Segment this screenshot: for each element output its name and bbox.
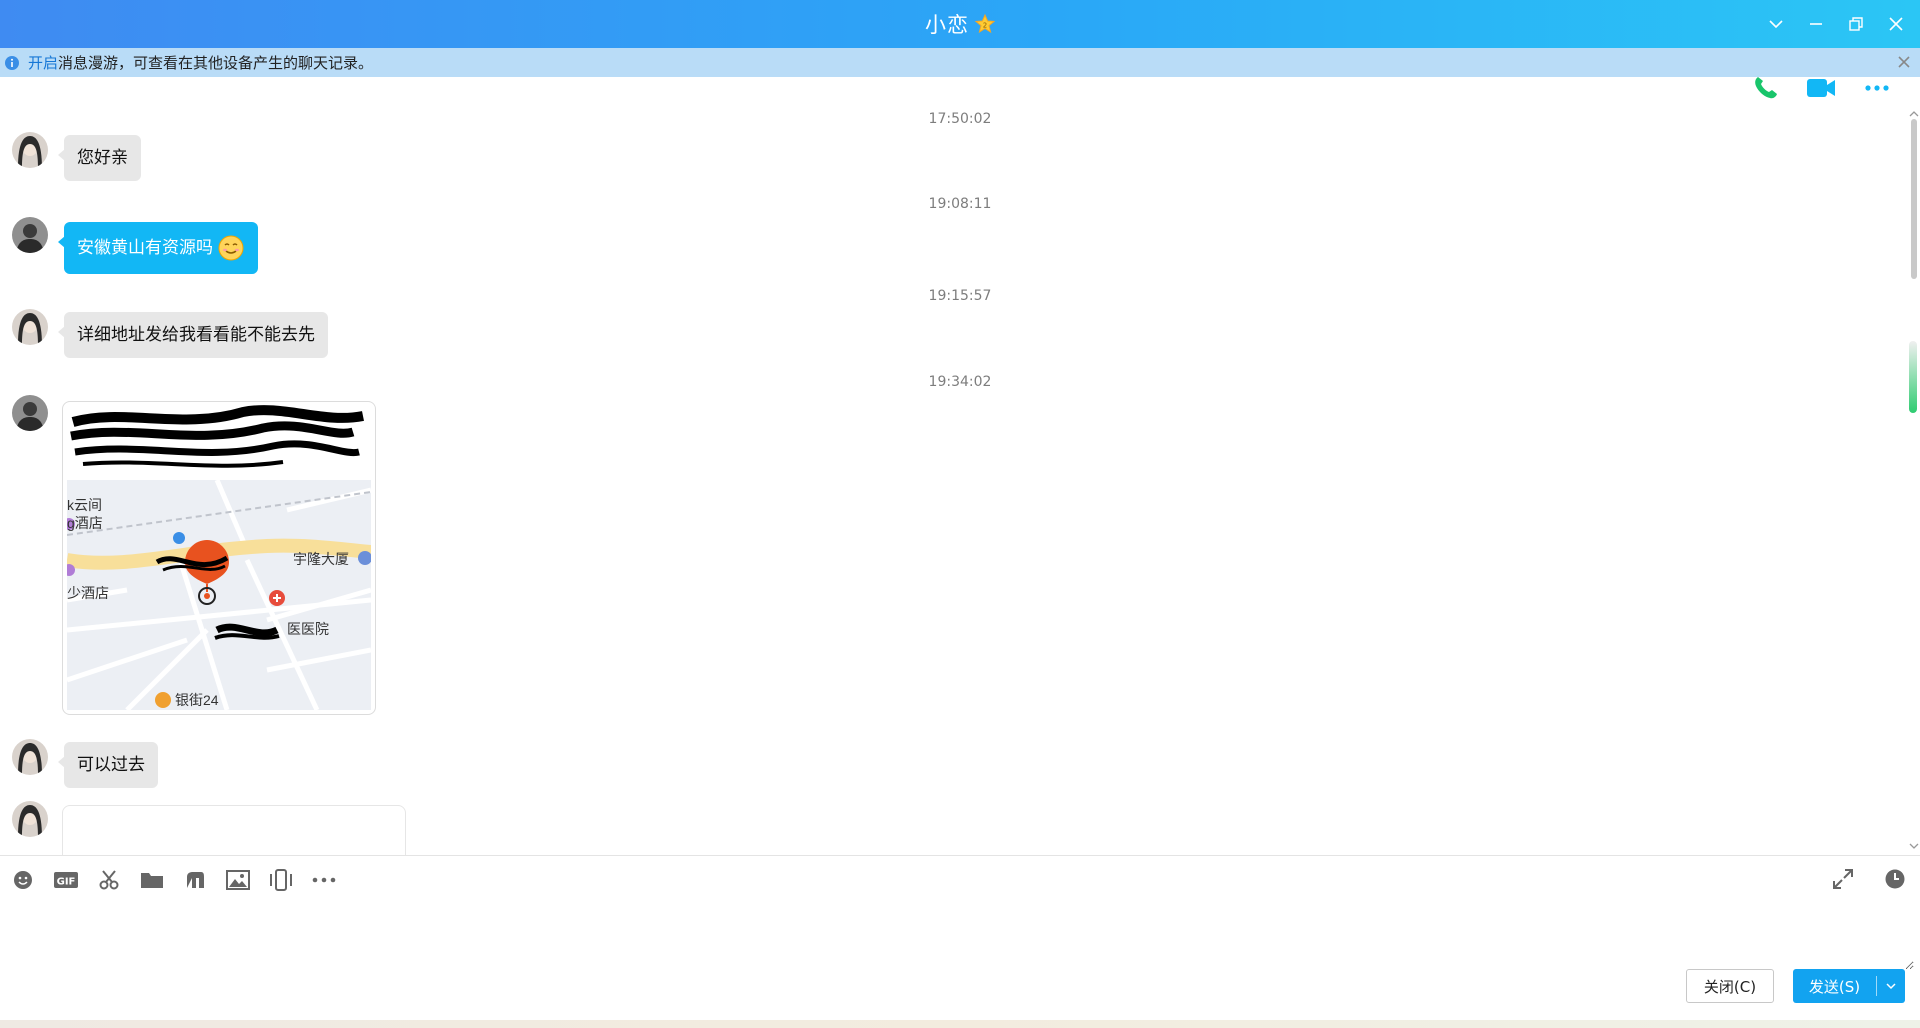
scroll-up-icon[interactable] (1908, 105, 1920, 117)
map-label: k云间 (67, 497, 102, 513)
message-card-partial[interactable] (62, 805, 406, 855)
message-bubble[interactable]: 可以过去 (58, 742, 158, 788)
phone-shake-icon[interactable] (268, 867, 294, 893)
enable-roaming-link[interactable]: 开启 (28, 52, 58, 73)
message-timestamp: 19:08:11 (928, 196, 992, 212)
contact-avatar[interactable] (12, 132, 48, 168)
unread-indicator (1909, 341, 1917, 413)
message-bubble[interactable]: 您好亲 (58, 135, 141, 181)
minimize-icon[interactable] (1806, 14, 1826, 34)
history-clock-icon[interactable] (1882, 866, 1908, 892)
notice-text: 消息漫游，可查看在其他设备产生的聊天记录。 (58, 54, 374, 72)
close-button[interactable]: 关闭(C) (1686, 969, 1774, 1003)
message-list[interactable]: 17:50:02 您好亲 19:08:11 安徽黄山有资源吗 19:15:57 … (0, 77, 1920, 855)
message-timestamp: 19:15:57 (928, 288, 992, 304)
video-call-icon[interactable] (1804, 77, 1838, 105)
input-divider (0, 855, 1920, 856)
close-icon[interactable] (1886, 14, 1906, 34)
map-label: 医医院 (287, 621, 329, 637)
input-toolbar-right (1830, 866, 1908, 892)
more-options-icon[interactable] (1860, 77, 1894, 105)
info-icon (4, 55, 20, 71)
image-icon[interactable] (225, 867, 251, 893)
svg-text:GIF: GIF (57, 877, 76, 888)
title-bar: 小恋 2 (0, 0, 1920, 48)
contact-avatar[interactable] (12, 801, 48, 837)
map-preview[interactable]: k云间 g酒店 宇隆大厦 少酒店 医医院 银街24 (67, 480, 371, 710)
location-header (63, 402, 375, 480)
self-avatar[interactable] (12, 395, 48, 431)
vip-star-icon[interactable]: 2 (974, 13, 996, 34)
contact-avatar[interactable] (12, 309, 48, 345)
close-notice-icon[interactable] (1896, 54, 1912, 70)
message-timestamp: 19:34:02 (928, 374, 992, 390)
svg-text:2: 2 (983, 22, 987, 30)
send-button-label[interactable]: 发送(S) (1793, 976, 1876, 997)
voice-call-icon[interactable] (1748, 77, 1782, 105)
scissors-icon[interactable] (96, 867, 122, 893)
send-options-chevron-icon[interactable] (1877, 980, 1905, 992)
location-card[interactable]: k云间 g酒店 宇隆大厦 少酒店 医医院 银街24 (62, 401, 376, 715)
input-toolbar: GIF (10, 866, 337, 894)
scroll-thumb[interactable] (1911, 119, 1917, 279)
more-tools-icon[interactable] (311, 867, 337, 893)
roaming-notice-bar: 开启 消息漫游，可查看在其他设备产生的聊天记录。 (0, 48, 1920, 77)
contact-avatar[interactable] (12, 739, 48, 775)
expand-icon[interactable] (1830, 866, 1856, 892)
send-button[interactable]: 发送(S) (1793, 969, 1905, 1003)
message-bubble[interactable]: 详细地址发给我看看能不能去先 (58, 312, 328, 358)
restore-icon[interactable] (1846, 14, 1866, 34)
redaction-scribble (70, 405, 364, 468)
message-input[interactable] (10, 906, 1914, 970)
chevron-down-icon[interactable] (1766, 14, 1786, 34)
message-text: 安徽黄山有资源吗 (77, 238, 213, 258)
map-label: 银街24 (175, 692, 219, 708)
smile-emoji-icon (217, 222, 245, 274)
map-label: 少酒店 (67, 585, 109, 601)
window-title: 小恋 (925, 13, 969, 37)
self-avatar[interactable] (12, 217, 48, 253)
emoji-icon[interactable] (10, 867, 36, 893)
gif-icon[interactable]: GIF (53, 867, 79, 893)
message-timestamp: 17:50:02 (928, 111, 992, 127)
message-bubble-self[interactable]: 安徽黄山有资源吗 (58, 222, 258, 274)
bottom-strip (0, 1020, 1920, 1028)
quote-icon[interactable] (182, 867, 208, 893)
map-label: g酒店 (67, 515, 103, 531)
folder-icon[interactable] (139, 867, 165, 893)
chat-scrollbar[interactable] (1908, 77, 1920, 855)
map-label: 宇隆大厦 (293, 551, 349, 567)
scroll-down-icon[interactable] (1908, 837, 1920, 849)
